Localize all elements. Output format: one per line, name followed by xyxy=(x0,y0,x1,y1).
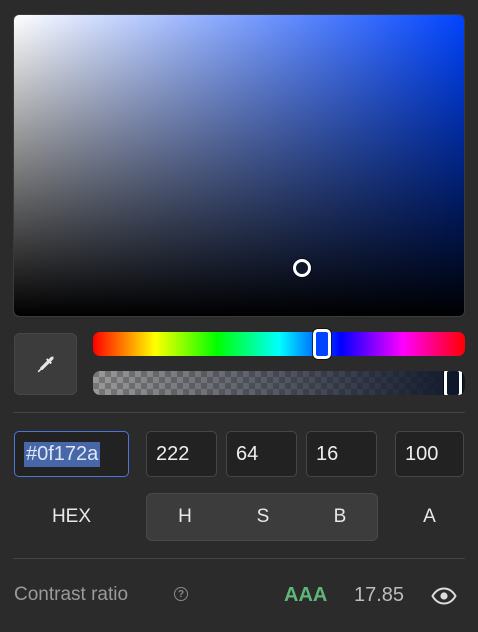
sv-picker-handle[interactable] xyxy=(293,258,311,277)
alpha-gradient xyxy=(93,371,465,395)
help-icon[interactable]: ? xyxy=(174,587,188,601)
mode-h-button[interactable]: H xyxy=(146,493,224,541)
divider xyxy=(13,412,465,413)
hue-slider-thumb[interactable] xyxy=(313,329,332,359)
divider xyxy=(13,558,465,559)
alpha-slider-thumb[interactable] xyxy=(444,371,462,395)
eye-icon[interactable] xyxy=(431,587,457,605)
contrast-rating-badge: AAA xyxy=(284,584,328,606)
hex-input-value: #0f172a xyxy=(24,441,101,467)
mode-b-button[interactable]: B xyxy=(302,493,378,541)
mode-a-button[interactable]: A xyxy=(395,493,464,541)
brightness-input[interactable]: 16 xyxy=(306,431,377,477)
mode-hex-button[interactable]: HEX xyxy=(14,493,129,541)
saturation-input[interactable]: 64 xyxy=(226,431,297,477)
sv-black-gradient xyxy=(14,15,464,316)
eyedropper-button[interactable] xyxy=(14,333,77,395)
alpha-slider[interactable] xyxy=(93,371,465,395)
eyedropper-icon xyxy=(37,356,54,373)
hex-input[interactable]: #0f172a xyxy=(14,431,129,477)
saturation-brightness-area[interactable] xyxy=(13,14,465,317)
hue-slider[interactable] xyxy=(93,329,465,359)
hue-input[interactable]: 222 xyxy=(146,431,217,477)
mode-s-button[interactable]: S xyxy=(224,493,302,541)
contrast-ratio-value: 17.85 xyxy=(354,584,405,606)
alpha-input[interactable]: 100 xyxy=(395,431,464,477)
contrast-ratio-label: Contrast ratio xyxy=(14,584,129,605)
